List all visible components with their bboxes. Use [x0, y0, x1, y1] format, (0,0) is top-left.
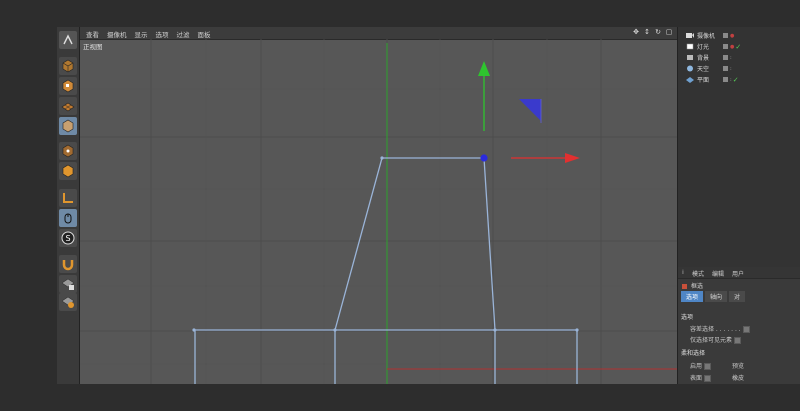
attribute-menubar: ⁞ 模式 编辑 用户 — [678, 267, 800, 279]
live-selection-icon — [682, 284, 687, 289]
attr-menu-user[interactable]: 用户 — [732, 269, 744, 278]
object-name: 背景 — [697, 55, 710, 62]
lock-grid-icon[interactable] — [59, 275, 77, 293]
point-mode-icon[interactable] — [59, 142, 77, 160]
attr-menu-edit[interactable]: 编辑 — [712, 269, 724, 278]
section-options: 选项 — [681, 314, 694, 321]
mouse-tool-icon[interactable] — [59, 209, 77, 227]
visibility-flag-icon[interactable] — [723, 44, 728, 49]
front-viewport[interactable]: 查看 摄像机 显示 选项 过滤 面板 ✥ ↕ ↻ ▢ 正视图 — [80, 27, 677, 384]
surface-checkbox[interactable] — [704, 375, 712, 382]
object-row-plane[interactable]: 平面 : ✓ — [680, 75, 798, 84]
spline-shape[interactable] — [194, 157, 578, 384]
plane-icon — [686, 77, 694, 83]
rotate-view-icon[interactable]: ↻ — [654, 28, 662, 37]
option-surface[interactable]: 表面 — [690, 373, 712, 382]
option-tolerant-select[interactable]: 容差选择 . . . . . . . — [690, 324, 750, 333]
option-visible-only[interactable]: 仅选择可见元素 — [690, 335, 742, 344]
tool-title: 框选 — [682, 281, 703, 290]
move-view-icon[interactable]: ✥ — [632, 28, 640, 37]
menu-panel[interactable]: 面板 — [198, 29, 211, 39]
background-icon — [687, 55, 693, 60]
visibility-flag-icon[interactable] — [723, 66, 728, 71]
right-panels: 摄像机 ● 灯光 ● ✓ 背景 : 天空 : 平面 : ✓ ⁞ 模式 编辑 用户… — [677, 27, 800, 384]
attr-menu-mode[interactable]: 模式 — [692, 269, 704, 278]
selected-point-handle[interactable] — [480, 154, 488, 162]
attribute-tabs: 选项 轴向 对 — [681, 291, 746, 302]
cube-tool-icon[interactable] — [59, 57, 77, 75]
checker-cube-icon[interactable] — [59, 77, 77, 95]
menu-grip-icon: ⁞ — [682, 269, 684, 276]
tolerant-checkbox[interactable] — [742, 326, 750, 333]
viewport-canvas — [80, 39, 677, 384]
light-icon — [686, 43, 694, 50]
option-enable[interactable]: 启用 — [690, 361, 712, 370]
polygon-mode-icon[interactable] — [59, 162, 77, 180]
snap-s-icon[interactable]: S — [59, 229, 77, 247]
section-soft-selection: 柔和选择 — [681, 350, 706, 357]
maximize-view-icon[interactable]: ▢ — [665, 28, 673, 37]
tab-axis[interactable]: 轴向 — [705, 291, 728, 302]
undo-tool-icon[interactable] — [59, 31, 77, 49]
view-label: 正视图 — [83, 43, 103, 51]
menu-camera[interactable]: 摄像机 — [107, 29, 127, 39]
enable-checkbox[interactable] — [704, 363, 712, 370]
object-name: 灯光 — [697, 44, 710, 51]
enabled-check-icon[interactable]: ✓ — [733, 76, 739, 84]
object-row-sky[interactable]: 天空 : — [680, 64, 798, 73]
visibility-flag-icon[interactable] — [723, 55, 728, 60]
magnet-icon[interactable] — [59, 255, 77, 273]
visibility-flag-icon[interactable] — [723, 33, 728, 38]
menu-options[interactable]: 选项 — [156, 29, 169, 39]
object-row-background[interactable]: 背景 : — [680, 53, 798, 62]
sky-icon — [687, 65, 693, 72]
object-mode-icon[interactable] — [59, 117, 77, 135]
render-grid-icon[interactable] — [59, 293, 77, 311]
object-row-camera[interactable]: 摄像机 ● — [680, 31, 798, 40]
object-row-light[interactable]: 灯光 ● ✓ — [680, 42, 798, 51]
object-name: 摄像机 — [697, 33, 716, 40]
svg-text:S: S — [65, 234, 70, 243]
option-preview[interactable]: 预览 — [732, 361, 744, 370]
menu-filter[interactable]: 过滤 — [177, 29, 190, 39]
x-axis-arrow-icon[interactable] — [565, 153, 580, 163]
enabled-check-icon[interactable]: ✓ — [735, 43, 741, 51]
object-name: 天空 — [697, 66, 710, 73]
visibility-flag-icon[interactable] — [723, 77, 728, 82]
axis-tool-icon[interactable] — [59, 189, 77, 207]
option-rubber[interactable]: 橡皮 — [732, 373, 744, 382]
menu-view[interactable]: 查看 — [86, 29, 99, 39]
attribute-manager: ⁞ 模式 编辑 用户 框选 选项 轴向 对 选项 容差选择 . . . . . … — [678, 267, 800, 384]
camera-icon — [686, 33, 694, 38]
tab-options[interactable]: 选项 — [681, 291, 704, 302]
y-axis-arrow-icon[interactable] — [478, 61, 490, 76]
left-toolbar: S — [57, 27, 80, 384]
dolly-view-icon[interactable]: ↕ — [643, 28, 651, 37]
menu-display[interactable]: 显示 — [135, 29, 148, 39]
tab-more[interactable]: 对 — [729, 291, 746, 302]
xy-plane-handle-icon[interactable] — [519, 99, 541, 121]
object-manager: 摄像机 ● 灯光 ● ✓ 背景 : 天空 : 平面 : ✓ — [678, 27, 800, 267]
object-name: 平面 — [697, 77, 710, 84]
visible-only-checkbox[interactable] — [734, 337, 742, 344]
grid-plane-icon[interactable] — [59, 97, 77, 115]
